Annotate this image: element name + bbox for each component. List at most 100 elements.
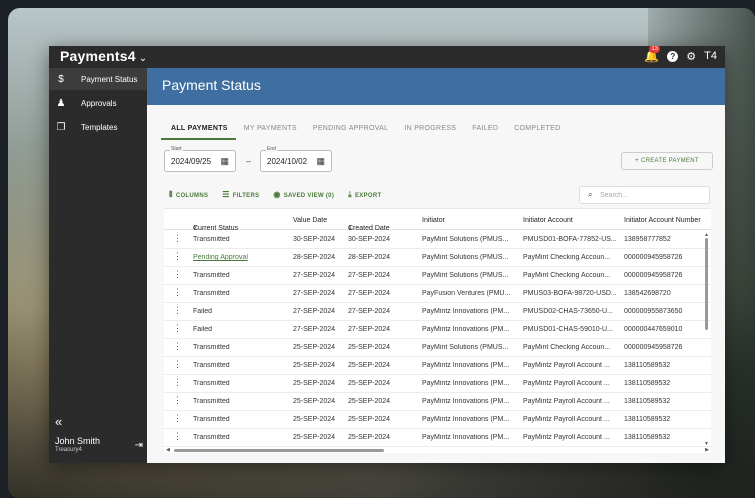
- table-row[interactable]: ⋮ Failed 27-SEP-2024 27-SEP-2024 PayMintz In…: [164, 303, 711, 321]
- chevron-down-icon: ⌄: [138, 53, 148, 64]
- row-menu-icon[interactable]: ⋮: [173, 233, 182, 244]
- scrollbar-thumb[interactable]: [705, 238, 708, 330]
- sidebar-item-approvals[interactable]: ♟ Approvals: [49, 92, 147, 114]
- export-label: EXPORT: [354, 193, 382, 199]
- scrollbar-thumb[interactable]: [174, 449, 384, 452]
- start-date-field[interactable]: Start 2024/09/25 ▦: [164, 146, 236, 172]
- row-menu-icon[interactable]: ⋮: [173, 377, 182, 388]
- cell-value-date: 25-SEP-2024: [293, 416, 336, 423]
- vertical-scrollbar[interactable]: ▲ ▼: [704, 232, 709, 447]
- row-menu-icon[interactable]: ⋮: [173, 269, 182, 280]
- cell-status[interactable]: Pending Approval: [193, 254, 283, 261]
- table-row[interactable]: ⋮ Transmitted 27-SEP-2024 27-SEP-2024 PayFus…: [164, 285, 711, 303]
- create-payment-button[interactable]: + CREATE PAYMENT: [621, 152, 713, 170]
- cell-status: Transmitted: [193, 290, 230, 297]
- cell-status: Failed: [193, 326, 213, 333]
- column-header-initiator[interactable]: Initiator: [422, 217, 445, 224]
- row-menu-icon[interactable]: ⋮: [173, 323, 182, 334]
- download-icon: ⤓: [348, 190, 352, 199]
- table-row[interactable]: ⋮ Transmitted 25-SEP-2024 25-SEP-2024 PayMin…: [164, 339, 711, 357]
- calendar-icon[interactable]: ▦: [220, 156, 229, 167]
- scroll-left-icon[interactable]: ◀: [166, 447, 170, 453]
- column-header-value-date[interactable]: Value Date: [293, 217, 327, 224]
- cell-created-date: 30-SEP-2024: [348, 236, 391, 243]
- cell-initiator-account: PMUSD01-BOFA-77852-US...: [523, 236, 617, 243]
- cell-status: Transmitted: [193, 362, 230, 369]
- end-date-field[interactable]: End 2024/10/02 ▦: [260, 146, 332, 172]
- row-menu-icon[interactable]: ⋮: [173, 341, 182, 352]
- collapse-sidebar-icon[interactable]: «: [55, 414, 62, 429]
- bell-icon[interactable]: 🔔 13: [644, 46, 661, 63]
- cell-initiator-account: PayMintz Payroll Account ...: [523, 398, 610, 405]
- cell-initiator-account: PMUS03-BOFA-98720-USD...: [523, 290, 617, 297]
- cell-status: Transmitted: [193, 434, 230, 441]
- top-bar: Payments4 ⌄ 🔔 13 ? ⚙ T4: [49, 46, 725, 68]
- date-range-separator: –: [246, 156, 252, 166]
- help-icon[interactable]: ?: [667, 50, 679, 62]
- tab-all-payments[interactable]: ALL PAYMENTS: [161, 125, 236, 140]
- search-icon: ⌕: [588, 190, 593, 199]
- export-button[interactable]: ⤓ EXPORT: [348, 190, 381, 200]
- gear-icon[interactable]: ⚙: [686, 50, 696, 63]
- search-placeholder: Search...: [600, 192, 629, 199]
- table-row[interactable]: ⋮ Transmitted 25-SEP-2024 25-SEP-2024 PayMin…: [164, 375, 711, 393]
- tab-pending-approval[interactable]: PENDING APPROVAL: [305, 125, 396, 140]
- row-menu-icon[interactable]: ⋮: [173, 431, 182, 442]
- app-switcher[interactable]: Payments4 ⌄: [60, 48, 147, 64]
- tab-failed[interactable]: FAILED: [464, 125, 506, 140]
- logout-icon[interactable]: ⇥: [135, 440, 143, 451]
- cell-created-date: 27-SEP-2024: [348, 272, 391, 279]
- row-menu-icon[interactable]: ⋮: [173, 251, 182, 262]
- table-row[interactable]: ⋮ Transmitted 25-SEP-2024 25-SEP-2024 PayMin…: [164, 393, 711, 411]
- table-row[interactable]: ⋮ Transmitted 25-SEP-2024 25-SEP-2024 PayMin…: [164, 429, 711, 447]
- cell-account-number: 138110589532: [624, 362, 671, 369]
- row-menu-icon[interactable]: ⋮: [173, 395, 182, 406]
- cell-initiator-account: PayMint Checking Accoun...: [523, 272, 611, 279]
- notification-badge: 13: [649, 46, 661, 53]
- row-menu-icon[interactable]: ⋮: [173, 305, 182, 316]
- tab-my-payments[interactable]: MY PAYMENTS: [236, 125, 305, 140]
- scroll-right-icon[interactable]: ▶: [705, 447, 709, 453]
- sidebar-item-templates[interactable]: ❐ Templates: [49, 116, 147, 138]
- row-menu-icon[interactable]: ⋮: [173, 287, 182, 298]
- cell-initiator: PayMintz Innovations (PM...: [422, 326, 510, 333]
- sidebar: $ Payment Status ♟ Approvals ❐ Templates…: [49, 68, 147, 463]
- cell-status: Transmitted: [193, 398, 230, 405]
- cell-created-date: 25-SEP-2024: [348, 416, 391, 423]
- table-row[interactable]: ⋮ Failed 27-SEP-2024 27-SEP-2024 PayMintz In…: [164, 321, 711, 339]
- table-row[interactable]: ⋮ Transmitted 25-SEP-2024 25-SEP-2024 PayMin…: [164, 411, 711, 429]
- cell-account-number: 138958777852: [624, 236, 671, 243]
- cell-initiator: PayMintz Innovations (PM...: [422, 362, 510, 369]
- table-row[interactable]: ⋮ Transmitted 27-SEP-2024 27-SEP-2024 PayMin…: [164, 267, 711, 285]
- cell-created-date: 25-SEP-2024: [348, 344, 391, 351]
- cell-initiator-account: PayMintz Payroll Account ...: [523, 434, 610, 441]
- cell-account-number: 138110589532: [624, 380, 671, 387]
- table-row[interactable]: ⋮ Pending Approval 28-SEP-2024 28-SEP-2024 P…: [164, 249, 711, 267]
- cell-account-number: 000000447659010: [624, 326, 683, 333]
- column-header-initiator-account-number[interactable]: Initiator Account Number: [624, 217, 701, 224]
- columns-label: COLUMNS: [175, 193, 209, 199]
- person-icon: ♟: [56, 97, 66, 109]
- cell-value-date: 25-SEP-2024: [293, 434, 336, 441]
- table-row[interactable]: ⋮ Transmitted 30-SEP-2024 30-SEP-2024 PayMin…: [164, 231, 711, 249]
- row-menu-icon[interactable]: ⋮: [173, 413, 182, 424]
- search-field[interactable]: ⌕ Search...: [579, 186, 710, 204]
- table-row[interactable]: ⋮ Transmitted 25-SEP-2024 25-SEP-2024 PayMin…: [164, 357, 711, 375]
- row-menu-icon[interactable]: ⋮: [173, 359, 182, 370]
- saved-view-button[interactable]: ◉ SAVED VIEW (0): [273, 190, 334, 200]
- tab-in-progress[interactable]: IN PROGRESS: [396, 125, 464, 140]
- cell-created-date: 28-SEP-2024: [348, 254, 391, 261]
- column-header-initiator-account[interactable]: Initiator Account: [523, 217, 573, 224]
- tab-completed[interactable]: COMPLETED: [506, 125, 568, 140]
- calendar-icon[interactable]: ▦: [316, 156, 325, 167]
- columns-button[interactable]: ⦀ COLUMNS: [169, 190, 208, 200]
- filters-button[interactable]: ☰ FILTERS: [222, 190, 259, 200]
- cell-value-date: 30-SEP-2024: [293, 236, 336, 243]
- sidebar-item-payment-status[interactable]: $ Payment Status: [49, 68, 147, 90]
- user-profile[interactable]: John Smith Treasury4 ⇥: [55, 436, 143, 453]
- workspace-label[interactable]: T4: [704, 50, 717, 62]
- horizontal-scrollbar[interactable]: ◀ ▶: [164, 447, 711, 453]
- cell-account-number: 138110589532: [624, 398, 671, 405]
- cell-initiator-account: PayMintz Payroll Account ...: [523, 416, 610, 423]
- cell-created-date: 27-SEP-2024: [348, 290, 391, 297]
